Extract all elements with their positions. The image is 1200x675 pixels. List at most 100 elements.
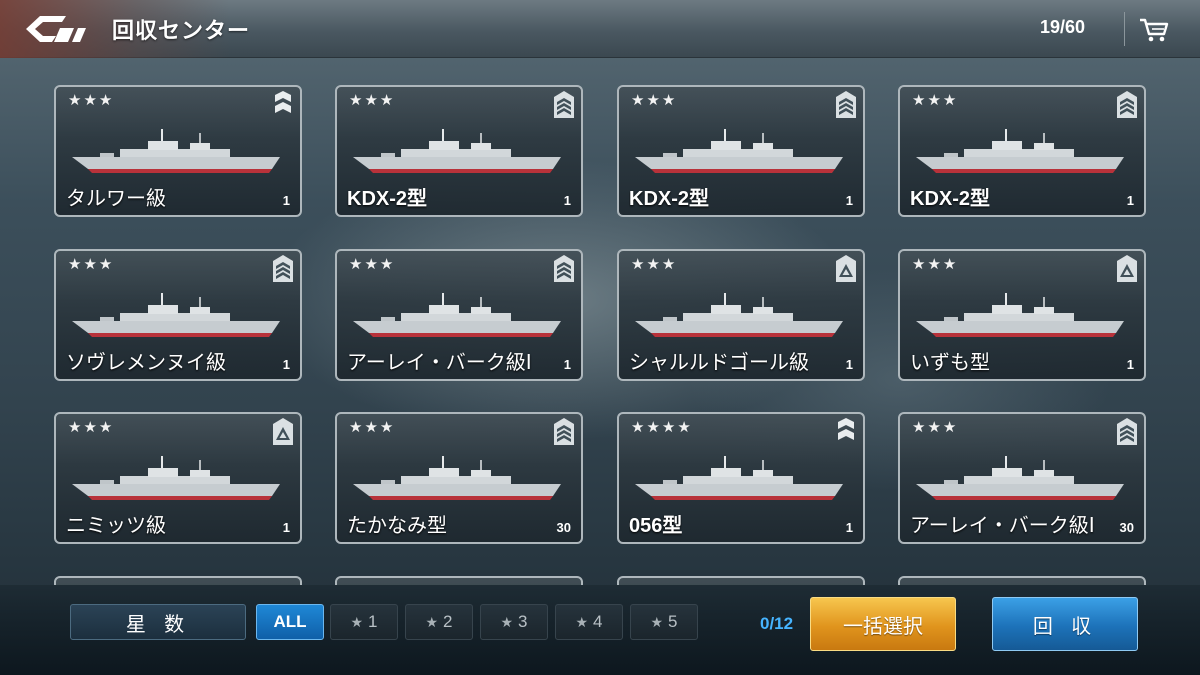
star-icon: ★ xyxy=(500,613,514,630)
filter-all[interactable]: ALL xyxy=(256,604,324,640)
rank-icon xyxy=(835,255,857,283)
ship-image xyxy=(351,293,567,343)
rarity-stars: ★★★ xyxy=(349,91,396,109)
back-button[interactable] xyxy=(22,10,90,48)
ship-name: KDX-2型 xyxy=(347,188,428,210)
ship-card[interactable]: ★★★ いずも型 1 xyxy=(898,249,1146,381)
shop-button[interactable] xyxy=(1136,12,1172,46)
rank-icon xyxy=(553,418,575,446)
rarity-stars: ★★★ xyxy=(631,255,678,273)
ship-count: 1 xyxy=(282,193,290,208)
rarity-stars: ★★★ xyxy=(912,255,959,273)
ship-name: たかなみ型 xyxy=(347,513,447,537)
ship-name: シャルルドゴール級 xyxy=(629,350,809,374)
back-logo-icon xyxy=(26,16,86,42)
rarity-stars: ★★★ xyxy=(349,418,396,436)
ship-image xyxy=(70,293,286,343)
ship-card[interactable]: ★★★ ソヴレメンヌイ級 1 xyxy=(54,249,302,381)
select-all-button[interactable]: 一括選択 xyxy=(810,597,956,651)
ship-count: 30 xyxy=(1119,520,1134,535)
ship-image xyxy=(914,293,1130,343)
ship-card[interactable]: ★★★ シャルルドゴール級 1 xyxy=(617,249,865,381)
filter-star-4[interactable]: ★ 4 xyxy=(555,604,623,640)
ship-image xyxy=(70,456,286,506)
ship-card[interactable] xyxy=(335,576,583,585)
rarity-stars: ★★★ xyxy=(631,91,678,109)
rank-icon xyxy=(1116,91,1138,119)
ship-name: ニミッツ級 xyxy=(66,513,166,537)
star-icon: ★ xyxy=(350,613,364,630)
filter-label: 2 xyxy=(443,612,453,631)
ship-name: タルワー級 xyxy=(66,186,166,210)
rarity-stars: ★★★ xyxy=(349,255,396,273)
ship-count: 1 xyxy=(563,193,571,208)
ship-card[interactable] xyxy=(898,576,1146,585)
ship-name: KDX-2型 xyxy=(910,188,991,210)
cart-icon xyxy=(1140,18,1169,42)
ship-card[interactable]: ★★★ KDX-2型 1 xyxy=(617,85,865,217)
ship-image xyxy=(633,129,849,179)
ship-count: 1 xyxy=(282,357,290,372)
ship-image xyxy=(70,129,286,179)
ship-image xyxy=(351,129,567,179)
ship-image xyxy=(914,456,1130,506)
ship-image xyxy=(633,456,849,506)
ship-card[interactable]: ★★★ タルワー級 1 xyxy=(54,85,302,217)
star-filter-label: 星 数 xyxy=(70,604,246,640)
rank-icon xyxy=(553,255,575,283)
ship-card[interactable]: ★★★ KDX-2型 1 xyxy=(898,85,1146,217)
filter-star-3[interactable]: ★ 3 xyxy=(480,604,548,640)
rank-icon xyxy=(272,255,294,283)
ship-name: アーレイ・バーク級I xyxy=(347,350,532,374)
rarity-stars: ★★★★ xyxy=(631,418,693,436)
rank-icon xyxy=(1116,255,1138,283)
filter-label: 1 xyxy=(368,612,378,631)
rank-icon xyxy=(1116,418,1138,446)
ship-count: 1 xyxy=(845,520,853,535)
ship-card[interactable] xyxy=(617,576,865,585)
ship-count: 1 xyxy=(282,520,290,535)
ship-count: 1 xyxy=(563,357,571,372)
top-bar: 回収センター 19/60 xyxy=(0,0,1200,58)
ship-card[interactable]: ★★★ ニミッツ級 1 xyxy=(54,412,302,544)
star-icon: ★ xyxy=(425,613,439,630)
ship-count: 30 xyxy=(556,520,571,535)
rarity-stars: ★★★ xyxy=(912,91,959,109)
filter-star-2[interactable]: ★ 2 xyxy=(405,604,473,640)
rank-icon xyxy=(835,91,857,119)
rarity-stars: ★★★ xyxy=(68,418,115,436)
ship-card[interactable] xyxy=(54,576,302,585)
star-icon: ★ xyxy=(575,613,589,630)
filter-label: 4 xyxy=(593,612,603,631)
ship-count: 1 xyxy=(845,193,853,208)
filter-label: ALL xyxy=(273,612,307,631)
page-title: 回収センター xyxy=(112,19,251,44)
ship-image xyxy=(351,456,567,506)
rank-icon xyxy=(272,91,294,119)
filter-star-5[interactable]: ★ 5 xyxy=(630,604,698,640)
ship-image xyxy=(914,129,1130,179)
rarity-stars: ★★★ xyxy=(68,91,115,109)
ship-image xyxy=(633,293,849,343)
ship-name: ソヴレメンヌイ級 xyxy=(66,350,226,374)
ship-card[interactable]: ★★★ アーレイ・バーク級I 1 xyxy=(335,249,583,381)
ship-card[interactable]: ★★★ KDX-2型 1 xyxy=(335,85,583,217)
star-icon: ★ xyxy=(650,613,664,630)
ship-card[interactable]: ★★★ アーレイ・バーク級I 30 xyxy=(898,412,1146,544)
filter-label: 5 xyxy=(668,612,678,631)
recover-button[interactable]: 回 収 xyxy=(992,597,1138,651)
ship-count: 1 xyxy=(1126,193,1134,208)
capacity-counter: 19/60 xyxy=(1040,17,1086,37)
ship-name: KDX-2型 xyxy=(629,188,710,210)
ship-name: アーレイ・バーク級I xyxy=(910,513,1095,537)
rarity-stars: ★★★ xyxy=(68,255,115,273)
rank-icon xyxy=(553,91,575,119)
ship-card[interactable]: ★★★ たかなみ型 30 xyxy=(335,412,583,544)
ship-name: いずも型 xyxy=(910,350,990,374)
ship-count: 1 xyxy=(845,357,853,372)
filter-label: 3 xyxy=(518,612,528,631)
rarity-stars: ★★★ xyxy=(912,418,959,436)
filter-star-1[interactable]: ★ 1 xyxy=(330,604,398,640)
rank-icon xyxy=(835,418,857,446)
ship-card[interactable]: ★★★★ 056型 1 xyxy=(617,412,865,544)
